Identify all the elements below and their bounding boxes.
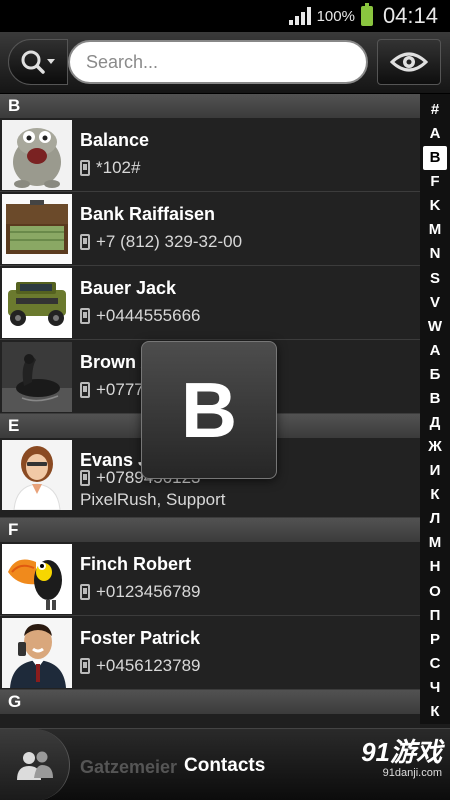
partial-contact-name: Gatzemeier [80, 757, 178, 777]
alphabet-index-letter[interactable]: Б [423, 363, 447, 387]
contact-name: Foster Patrick [80, 628, 201, 648]
avatar [2, 544, 72, 614]
mobile-phone-icon [80, 382, 90, 398]
eye-icon [390, 52, 428, 72]
mobile-phone-icon [80, 234, 90, 250]
alphabet-index-letter[interactable]: М [423, 531, 447, 555]
alphabet-index-letter[interactable]: W [423, 315, 447, 339]
contact-row[interactable]: Bank Raiffaisen +7 (812) 329-32-00 [0, 192, 420, 266]
alphabet-index-letter[interactable]: К [423, 483, 447, 507]
alphabet-index-letter[interactable]: # [423, 98, 447, 122]
section-header-f: F [0, 518, 420, 542]
alphabet-index-letter[interactable]: Р [423, 628, 447, 652]
section-header-g: G [0, 690, 420, 714]
mobile-phone-icon [80, 584, 90, 600]
search-input[interactable] [68, 40, 368, 84]
people-icon [16, 751, 53, 780]
alphabet-index-letter[interactable]: K [423, 194, 447, 218]
alphabet-index-letter[interactable]: F [423, 170, 447, 194]
battery-percent: 100% [316, 7, 355, 25]
alphabet-index-letter[interactable]: B [423, 146, 447, 171]
contact-name: Bank Raiffaisen [80, 204, 216, 224]
search-icon [21, 50, 55, 74]
contact-phone: *102# [80, 158, 140, 178]
clock: 04:14 [382, 3, 438, 28]
alphabet-index-letter[interactable]: Н [423, 555, 447, 579]
letter-popup: B [141, 341, 277, 479]
alphabet-index-letter[interactable]: С [423, 652, 447, 676]
mobile-phone-icon [80, 160, 90, 176]
avatar [2, 342, 72, 412]
avatar [2, 618, 72, 688]
avatar [2, 440, 72, 510]
signal-icon [288, 7, 311, 25]
search-bar [0, 32, 450, 94]
alphabet-index-letter[interactable]: В [423, 387, 447, 411]
alphabet-index-letter[interactable]: V [423, 291, 447, 315]
contact-row[interactable]: Balance *102# [0, 118, 420, 192]
alphabet-index-letter[interactable]: A [423, 122, 447, 146]
contact-row[interactable]: Foster Patrick +0456123789 [0, 616, 420, 690]
mobile-phone-icon [80, 308, 90, 324]
contact-name: Bauer Jack [80, 278, 177, 298]
alphabet-index[interactable]: # A B F K M N S V W А Б В Д Ж И К Л М Н О П Р С Ч К [420, 94, 450, 724]
avatar [2, 268, 72, 338]
contact-phone: +0123456789 [80, 582, 200, 602]
section-header-b: B [0, 94, 420, 118]
alphabet-index-letter[interactable]: Ч [423, 676, 447, 700]
contact-phone: +7 (812) 329-32-00 [80, 232, 242, 252]
alphabet-index-letter[interactable]: M [423, 218, 447, 242]
alphabet-index-letter[interactable]: Ж [423, 435, 447, 459]
contact-name: Balance [80, 130, 150, 150]
contact-row[interactable]: Bauer Jack +0444555666 [0, 266, 420, 340]
avatar [2, 194, 72, 264]
mobile-phone-icon [80, 658, 90, 674]
alphabet-index-letter[interactable]: Л [423, 507, 447, 531]
alphabet-index-letter[interactable]: О [423, 580, 447, 604]
alphabet-index-letter[interactable]: N [423, 242, 447, 266]
visibility-button[interactable] [377, 39, 441, 85]
contact-row[interactable]: Finch Robert +0123456789 [0, 542, 420, 616]
alphabet-index-letter[interactable]: К [423, 700, 447, 724]
alphabet-index-letter[interactable]: И [423, 459, 447, 483]
contact-company: PixelRush, Support [80, 490, 226, 509]
watermark-logo: 91游戏 91danji.com [361, 737, 442, 779]
alphabet-index-letter[interactable]: П [423, 604, 447, 628]
contact-phone: +0444555666 [80, 306, 200, 326]
bottom-bar: Gatzemeier Contacts 91游戏 91danji.com [0, 728, 450, 800]
alphabet-index-letter[interactable]: S [423, 267, 447, 291]
contact-phone: +0456123789 [80, 656, 200, 676]
search-mode-button[interactable] [8, 39, 68, 85]
groups-button[interactable] [0, 729, 70, 800]
status-bar: 100% 04:14 [0, 0, 450, 32]
mobile-phone-icon [80, 470, 90, 486]
screen-title: Contacts [184, 755, 266, 776]
battery-icon [360, 3, 373, 26]
avatar [2, 120, 72, 190]
contact-name: Finch Robert [80, 554, 191, 574]
alphabet-index-letter[interactable]: Д [423, 411, 447, 435]
alphabet-index-letter[interactable]: А [423, 339, 447, 363]
